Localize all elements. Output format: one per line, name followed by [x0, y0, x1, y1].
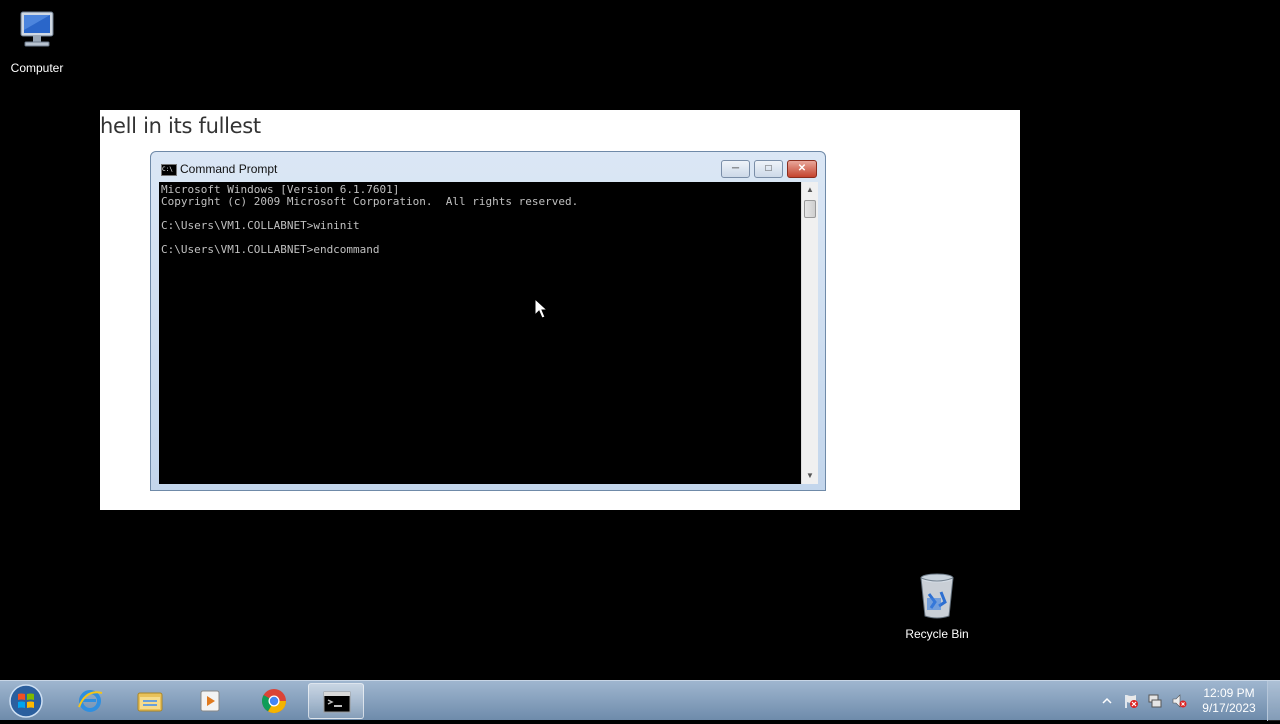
clock-date: 9/17/2023 [1202, 701, 1256, 715]
desktop-icon-label: Computer [10, 61, 64, 75]
command-prompt-icon: C:\ [161, 164, 177, 176]
chrome-icon [261, 689, 286, 714]
scroll-down-arrow-icon[interactable]: ▼ [802, 468, 818, 484]
slide-heading: hell in its fullest [100, 114, 261, 138]
computer-icon [20, 11, 54, 47]
window-title: Command Prompt [180, 162, 278, 176]
taskbar-clock[interactable]: 12:09 PM 9/17/2023 [1196, 686, 1262, 716]
console-line: C:\Users\VM1.COLLABNET>endcommand [161, 243, 380, 256]
recycle-bin-icon [920, 573, 954, 619]
minimize-button[interactable]: ─ [721, 160, 750, 178]
close-icon: ✕ [797, 163, 807, 174]
internet-explorer-icon [78, 690, 103, 712]
taskbar-windows-explorer[interactable] [122, 683, 178, 719]
desktop-icon-computer[interactable]: Computer [0, 10, 77, 75]
console-line: C:\Users\VM1.COLLABNET>wininit [161, 219, 360, 232]
volume-muted-icon[interactable] [1171, 693, 1187, 709]
start-button[interactable] [6, 683, 46, 719]
taskbar-internet-explorer[interactable] [62, 683, 118, 719]
maximize-button[interactable]: □ [754, 160, 783, 178]
clock-time: 12:09 PM [1203, 686, 1255, 700]
maximize-icon: □ [765, 163, 772, 174]
scroll-up-arrow-icon[interactable]: ▲ [802, 182, 818, 198]
command-prompt-icon [323, 691, 351, 713]
action-center-flag-icon[interactable] [1123, 693, 1139, 709]
console-output[interactable]: Microsoft Windows [Version 6.1.7601] Cop… [159, 182, 801, 484]
command-prompt-window[interactable]: C:\ Command Prompt ─ □ ✕ Microsoft Windo… [150, 151, 826, 491]
windows-start-orb-icon [9, 684, 43, 718]
taskbar: 12:09 PM 9/17/2023 [0, 680, 1280, 721]
close-button[interactable]: ✕ [787, 160, 817, 178]
show-desktop-button[interactable] [1267, 681, 1280, 721]
mouse-cursor-icon [534, 298, 548, 319]
window-titlebar[interactable]: C:\ Command Prompt ─ □ ✕ [151, 152, 825, 182]
console-line: Copyright (c) 2009 Microsoft Corporation… [161, 195, 579, 208]
scroll-thumb[interactable] [804, 200, 816, 218]
show-hidden-icons-icon[interactable] [1099, 693, 1115, 709]
desktop-icon-recycle-bin[interactable]: Recycle Bin [897, 572, 977, 641]
media-player-icon [200, 690, 220, 712]
minimize-icon: ─ [731, 163, 740, 174]
taskbar-command-prompt[interactable] [308, 683, 364, 719]
desktop-icon-label: Recycle Bin [905, 627, 969, 641]
taskbar-media-player[interactable] [182, 683, 238, 719]
network-icon[interactable] [1147, 693, 1163, 709]
taskbar-chrome[interactable] [246, 683, 302, 719]
vertical-scrollbar[interactable]: ▲ ▼ [801, 182, 818, 484]
folder-icon [137, 692, 163, 712]
